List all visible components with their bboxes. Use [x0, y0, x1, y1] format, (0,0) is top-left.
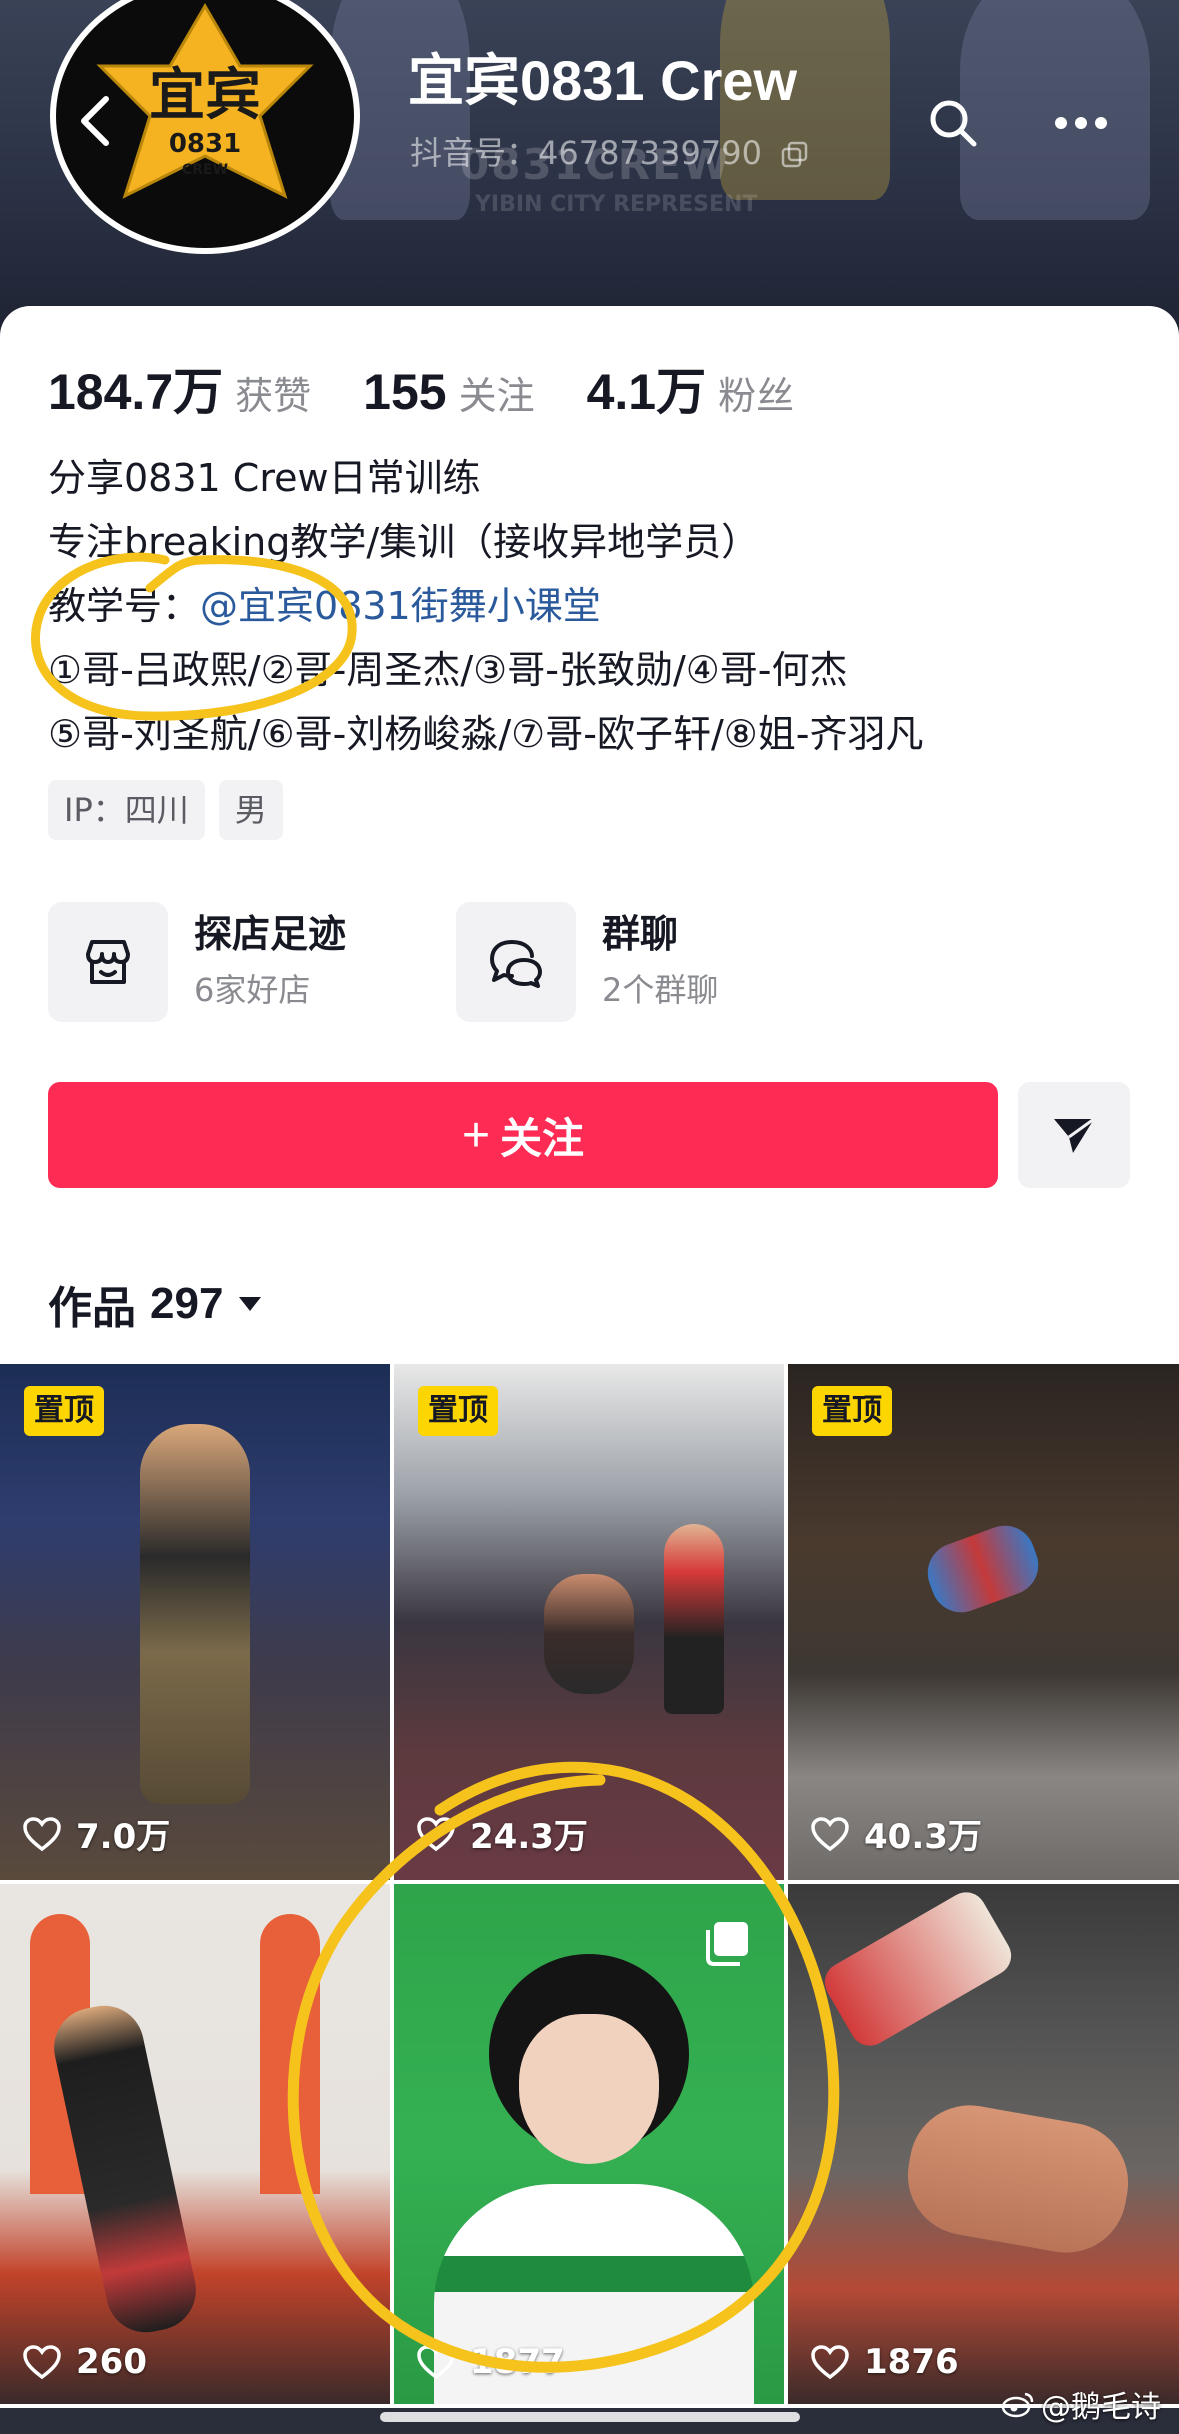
stat-label: 粉丝: [718, 374, 795, 418]
works-label: 作品: [48, 1283, 136, 1334]
action-row: + 关注: [48, 1082, 1130, 1188]
dancer-figure: [544, 1574, 634, 1694]
video-tile[interactable]: 置顶 24.3万: [394, 1364, 784, 1880]
douyin-id[interactable]: 抖音号：46787339790: [410, 128, 810, 174]
douyin-id-text: 抖音号：46787339790: [410, 134, 762, 172]
copy-icon[interactable]: [780, 140, 810, 170]
like-count: 260: [22, 2342, 147, 2382]
video-tile[interactable]: 1877: [394, 1884, 784, 2404]
avatar-crew: CREW: [182, 162, 228, 178]
heart-icon: [811, 2345, 849, 2380]
watermark-text: @鹅毛诗: [1041, 2390, 1161, 2425]
more-dots-icon: [1055, 117, 1107, 129]
tags-row: IP：四川 男: [48, 780, 283, 840]
bio-line: 教学号：@宜宾0831街舞小课堂: [48, 574, 924, 638]
ip-tag: IP：四川: [48, 780, 205, 840]
follow-button[interactable]: + 关注: [48, 1082, 998, 1188]
chat-icon: [490, 940, 542, 988]
share-button[interactable]: [1018, 1082, 1130, 1188]
home-indicator[interactable]: [380, 2412, 800, 2422]
video-tile[interactable]: 260: [0, 1884, 390, 2404]
dancer-figure: [140, 1424, 250, 1804]
works-tab[interactable]: 作品 297: [48, 1272, 263, 1336]
search-icon: [930, 100, 977, 147]
bio-line: ⑤哥-刘圣航/⑥哥-刘杨峻淼/⑦哥-欧子轩/⑧姐-齐羽凡: [48, 712, 924, 756]
heart-icon: [811, 1816, 849, 1851]
avatar-number: 0831: [169, 129, 241, 159]
banner-subtext: YIBIN CITY REPRESENT: [475, 192, 758, 217]
services-row: 探店足迹 6家好店 群聊 2个群聊: [48, 902, 864, 1022]
bio-line: ①哥-吕政熙/②哥-周圣杰/③哥-张致勋/④哥-何杰: [48, 648, 848, 692]
video-tile[interactable]: 置顶 40.3万: [788, 1364, 1179, 1880]
video-thumbnail: [788, 1364, 1179, 1880]
bio: 分享0831 Crew日常训练 专注breaking教学/集训（接收异地学员） …: [48, 446, 924, 766]
store-icon: [86, 940, 130, 984]
like-count-text: 260: [76, 2342, 147, 2382]
service-group-chat[interactable]: 群聊 2个群聊: [456, 902, 864, 1022]
service-icon-box: [456, 902, 576, 1022]
back-button[interactable]: [60, 86, 130, 156]
service-subtitle: 6家好店: [194, 971, 311, 1009]
plus-icon: +: [461, 1108, 490, 1162]
send-icon: [1054, 1117, 1095, 1153]
watermark: @鹅毛诗: [1001, 2382, 1161, 2426]
stats-row: 184.7万 获赞 155 关注 4.1万 粉丝: [48, 352, 846, 424]
like-count-text: 1876: [864, 2342, 959, 2382]
service-subtitle: 2个群聊: [602, 971, 719, 1009]
gender-tag: 男: [218, 780, 283, 840]
heart-icon: [23, 2345, 61, 2380]
like-count: 24.3万: [416, 1809, 588, 1858]
heart-icon: [417, 2345, 455, 2380]
video-tile[interactable]: 置顶 7.0万: [0, 1364, 390, 1880]
stat-label: 关注: [458, 374, 535, 418]
bio-line: 分享0831 Crew日常训练: [48, 456, 481, 500]
caret-down-icon: [239, 1297, 262, 1311]
heart-icon: [417, 1816, 455, 1851]
avatar-text: 宜宾: [149, 62, 261, 128]
pinned-badge: 置顶: [418, 1386, 498, 1436]
more-button[interactable]: [1046, 88, 1116, 158]
heart-icon: [23, 1816, 61, 1851]
multi-image-icon: [706, 1922, 748, 1966]
pinned-badge: 置顶: [24, 1386, 104, 1436]
service-title: 探店足迹: [194, 912, 347, 956]
stat-value: 184.7万: [48, 364, 224, 420]
video-tile[interactable]: 1876: [788, 1884, 1179, 2404]
stat-value: 4.1万: [586, 364, 707, 420]
like-count: 7.0万: [22, 1809, 170, 1858]
like-count-text: 40.3万: [864, 1817, 982, 1857]
like-count-text: 7.0万: [76, 1817, 171, 1857]
pinned-badge: 置顶: [812, 1386, 892, 1436]
stat-label: 获赞: [235, 374, 312, 418]
weibo-icon: [1001, 2392, 1034, 2418]
stat-likes[interactable]: 184.7万 获赞: [48, 352, 311, 424]
like-count-text: 24.3万: [470, 1817, 588, 1857]
profile-name: 宜宾0831 Crew: [408, 49, 798, 112]
stat-followers[interactable]: 4.1万 粉丝: [587, 352, 795, 424]
stat-value: 155: [363, 364, 447, 420]
like-count: 1877: [416, 2342, 565, 2382]
service-store-visits[interactable]: 探店足迹 6家好店: [48, 902, 456, 1022]
service-title: 群聊: [602, 912, 679, 956]
like-count-text: 1877: [470, 2342, 565, 2382]
like-count: 1876: [810, 2342, 959, 2382]
follow-label: 关注: [500, 1114, 585, 1162]
wall-arch: [260, 1914, 320, 2194]
works-count: 297: [150, 1279, 224, 1328]
mention-link[interactable]: @宜宾0831街舞小课堂: [200, 584, 601, 628]
service-icon-box: [48, 902, 168, 1022]
like-count: 40.3万: [810, 1809, 982, 1858]
bio-line: 专注breaking教学/集训（接收异地学员）: [48, 520, 760, 564]
search-button[interactable]: [918, 88, 988, 158]
person-face: [519, 2014, 659, 2164]
dancer-figure: [664, 1524, 724, 1714]
bio-prefix: 教学号：: [48, 584, 201, 628]
chevron-left-icon: [81, 96, 109, 146]
stat-following[interactable]: 155 关注: [363, 363, 534, 421]
